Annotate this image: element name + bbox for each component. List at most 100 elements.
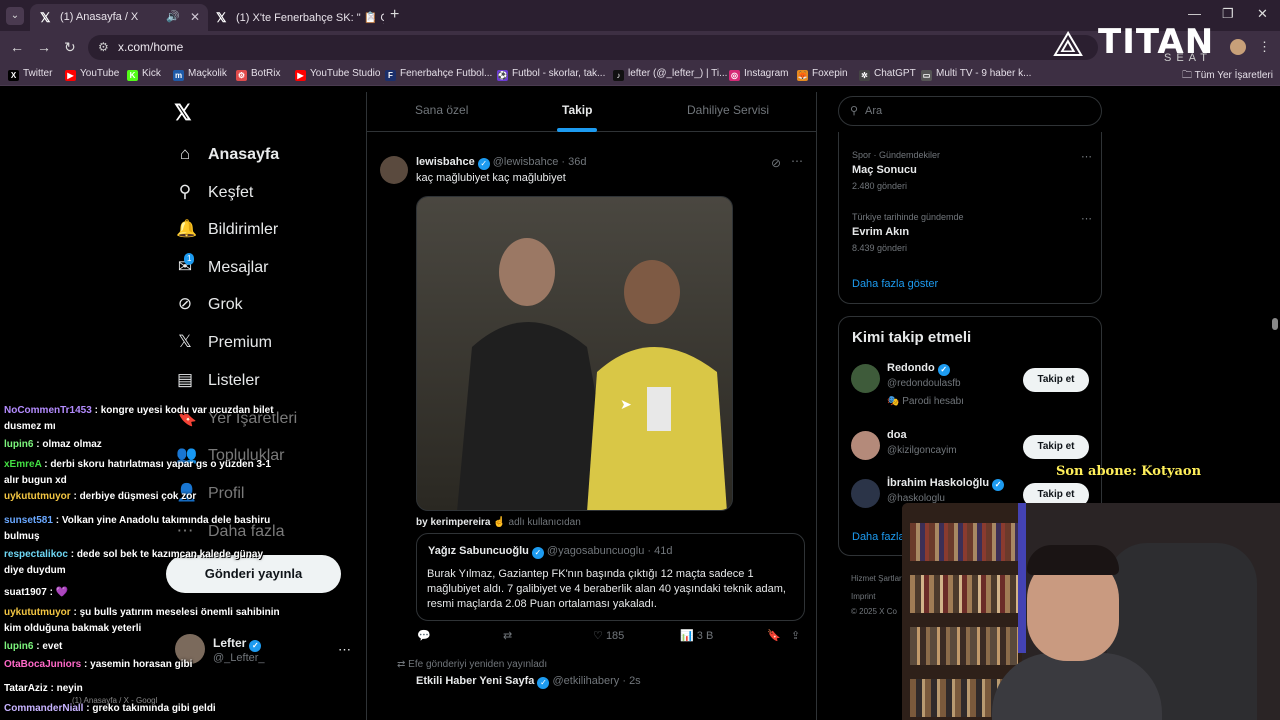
avatar[interactable] [380,156,408,184]
bookmark-item[interactable]: m Maçkolik [173,68,227,81]
tweet-time[interactable]: · 36d [561,156,586,168]
more-icon[interactable]: ⋯ [338,642,351,658]
nav-item-mail[interactable]: ✉ Mesajlar 1 [176,253,268,285]
chat-username[interactable]: xEmreA [4,459,41,470]
like-button[interactable]: ♡ 185 [593,629,624,642]
views-button[interactable]: 📊 3 B [680,629,713,642]
tweet-photo[interactable] [416,196,733,511]
tab-search-button[interactable]: ⌄ [6,7,24,25]
photo-two-men-icon [417,197,732,510]
chat-username[interactable]: suat1907 [4,587,47,598]
chat-message: OtaBocaJuniors : yasemin horasan gibi [4,657,284,673]
bookmark-item[interactable]: ⚽ Futbol - skorlar, tak... [497,68,605,81]
avatar[interactable] [851,479,880,508]
tweet-author-handle[interactable]: @lewisbahce [493,156,559,168]
avatar[interactable] [851,431,880,460]
chat-text: evet [42,641,63,652]
x-logo-icon[interactable]: 𝕏 [174,100,192,126]
grok-icon[interactable]: ⊘ [771,156,781,170]
tweet-author-name[interactable]: lewisbahce [416,156,475,168]
tab-for-you[interactable]: Sana özel [415,103,468,117]
repost-note-text[interactable]: Efe gönderiyi yeniden yayınladı [408,659,547,670]
close-window-icon[interactable]: ✕ [1257,6,1268,22]
minimize-icon[interactable]: — [1188,6,1201,21]
search-input[interactable]: ⚲ Ara [838,96,1102,126]
bookmark-favicon-icon: ✲ [859,70,870,81]
nav-item-bell[interactable]: 🔔 Bildirimler [176,219,278,247]
all-bookmarks-folder[interactable]: 🗀 Tüm Yer İşaretleri [1182,68,1273,85]
caption-user[interactable]: by kerimpereira [416,517,491,528]
tweet-author-name: Etkili Haber Yeni Sayfa [416,675,535,687]
follow-suggestion[interactable]: Redondo ✓ @redondoulasfb 🎭 Parodi hesabı … [851,362,1091,407]
new-tab-button[interactable]: + [390,6,399,24]
bookmark-item[interactable]: ▭ Multi TV - 9 haber k... [921,68,1031,81]
more-icon[interactable]: ⋯ [1081,212,1092,225]
bookmark-item[interactable]: X Twitter [8,68,52,81]
chat-message: lupin6 : evet [4,639,284,655]
browser-menu-icon[interactable]: ⋮ [1258,39,1271,55]
bookmark-item[interactable]: ✲ ChatGPT [859,68,916,81]
follow-suggestion[interactable]: doa @kizilgoncayim Takip et [851,429,1091,473]
nav-item-search[interactable]: ⚲ Keşfet [176,182,254,210]
repost-icon[interactable]: ⇄ [503,629,512,642]
bookmark-item[interactable]: ⚙ BotRix [236,68,280,81]
scrollbar-thumb[interactable] [1272,318,1278,330]
tab-following[interactable]: Takip [562,103,592,117]
browser-tab-active[interactable]: 𝕏 (1) Anasayfa / X 🔊 ✕ [30,4,208,31]
share-icon[interactable]: ⇪ [791,629,800,642]
bell-icon: 🔔 [176,219,198,238]
more-icon[interactable]: ⋯ [791,154,803,168]
quoted-tweet[interactable]: Yağız Sabuncuoğlu ✓ @yagosabuncuoglu · 41… [416,533,805,621]
show-more-link[interactable]: Daha fazla göster [852,278,938,290]
nav-label: Bildirimler [208,221,279,238]
bookmark-label: Futbol - skorlar, tak... [512,68,606,79]
trend-item[interactable]: Türkiye tarihinde gündemde Evrim Akın 8.… [852,212,1092,253]
bookmark-item[interactable]: ♪ lefter (@_lefter_) | Ti... [613,68,727,81]
bookmark-item[interactable]: ▶ YouTube [65,68,119,81]
trend-count: 2.480 gönderi [852,181,908,191]
bookmark-item[interactable]: 🦊 Foxepin [797,68,848,81]
url-text: x.com/home [118,40,184,54]
avatar[interactable] [851,364,880,393]
chat-username[interactable]: lupin6 [4,439,33,450]
browser-profile-avatar[interactable] [1230,39,1246,55]
bookmark-icon[interactable]: 🔖 [767,629,781,642]
bookmark-item[interactable]: ▶ YouTube Studio [295,68,380,81]
media-caption: by kerimpereira ☝ adlı kullanıcıdan [416,517,581,528]
url-field[interactable]: ⚙ x.com/home [88,35,1098,60]
footer-imprint[interactable]: Imprint [851,592,875,601]
forward-icon[interactable]: → [37,39,51,55]
nav-item-home[interactable]: ⌂ Anasayfa [176,144,279,172]
nav-item-grok[interactable]: ⊘ Grok [176,294,243,322]
chat-username[interactable]: OtaBocaJuniors [4,659,81,670]
search-icon: ⚲ [850,105,859,117]
bookmark-item[interactable]: F Fenerbahçe Futbol... [385,68,492,81]
chat-username[interactable]: lupin6 [4,641,33,652]
follow-button[interactable]: Takip et [1023,435,1089,459]
back-icon[interactable]: ← [10,39,24,55]
next-tweet-header[interactable]: Etkili Haber Yeni Sayfa ✓ @etkilihabery ·… [416,675,641,689]
bookmark-item[interactable]: ◎ Instagram [729,68,788,81]
maximize-icon[interactable]: ❐ [1222,6,1234,22]
more-icon[interactable]: ⋯ [1081,150,1092,163]
close-tab-icon[interactable]: ✕ [190,10,200,24]
tab-list[interactable]: Dahiliye Servisi [687,103,769,117]
browser-tab[interactable]: 𝕏 (1) X'te Fenerbahçe SK: " 📋 Ç... ✕ [206,4,384,31]
speaker-icon[interactable]: 🔊 [166,10,180,23]
chat-username[interactable]: uykututmuyor [4,491,71,502]
site-info-icon[interactable]: ⚙ [98,40,109,54]
close-tab-icon[interactable]: ✕ [366,10,376,24]
chat-username[interactable]: respectalikoc [4,549,68,560]
chat-username[interactable]: sunset581 [4,515,53,526]
footer-terms[interactable]: Hizmet Şartları [851,574,904,583]
trend-item[interactable]: Spor · Gündemdekiler Maç Sonucu 2.480 gö… [852,150,1092,191]
follow-button[interactable]: Takip et [1023,368,1089,392]
chat-username[interactable]: TatarAziz [4,683,48,694]
chat-username[interactable]: NoCommenTr1453 [4,405,92,416]
chat-username[interactable]: uykututmuyor [4,607,71,618]
bookmark-item[interactable]: K Kick [127,68,161,81]
nav-item-x-premium[interactable]: 𝕏 Premium [176,332,272,360]
reply-icon[interactable]: 💬 [417,629,431,642]
nav-label: Keşfet [208,184,254,201]
reload-icon[interactable]: ↻ [64,39,76,56]
